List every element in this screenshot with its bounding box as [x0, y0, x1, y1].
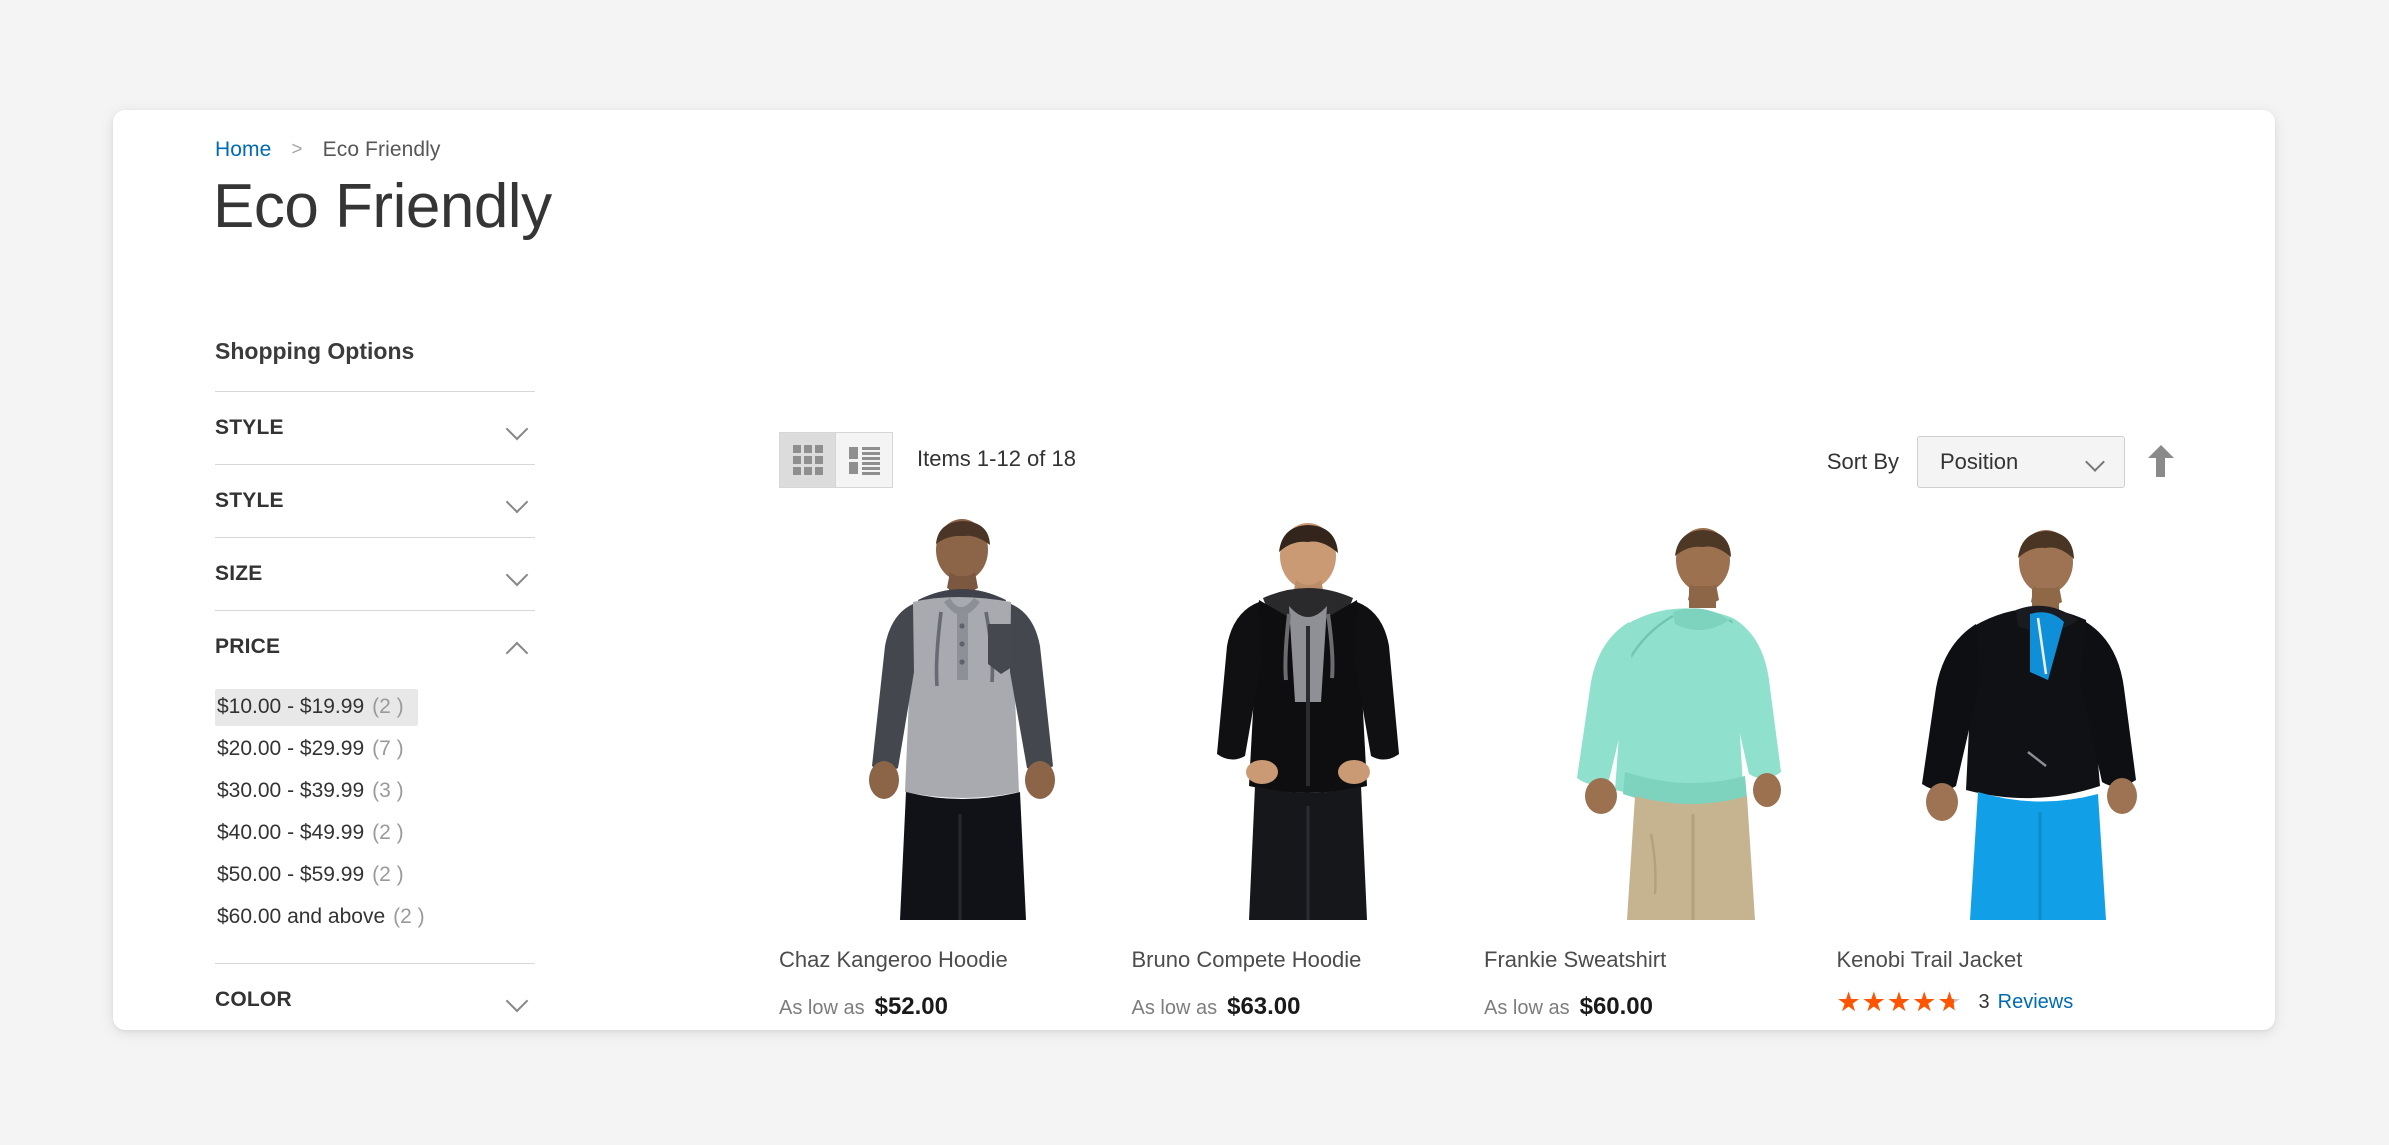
filter-toggle-price[interactable]: PRICE [215, 611, 535, 683]
product-name-link[interactable]: Kenobi Trail Jacket [1837, 946, 2190, 975]
arrow-up-icon[interactable] [2147, 445, 2175, 479]
reviews-count: 3 [1978, 990, 1990, 1013]
sort-by-select[interactable]: Position [1917, 436, 2125, 488]
price-value: $60.00 [1579, 992, 1653, 1020]
price-option-count: (3 ) [372, 779, 404, 802]
chevron-down-icon [505, 561, 531, 587]
product-item: Kenobi Trail Jacket ★★★★★ ★★★★★ 3 Review… [1837, 514, 2190, 1030]
price-option[interactable]: $10.00 - $19.99 (2 ) [215, 689, 418, 726]
page-viewport: Home > Eco Friendly Eco Friendly Shoppin… [0, 0, 2389, 1145]
product-price: As low as $63.00 [1132, 993, 1485, 1021]
filter-toggle-style-2[interactable]: STYLE [215, 465, 535, 537]
view-mode-switcher [779, 432, 893, 488]
shopping-options-sidebar: Shopping Options STYLE STYLE SIZE PRICE … [215, 338, 535, 1030]
list-glyph [848, 446, 880, 474]
price-option-count: (7 ) [372, 737, 404, 760]
filter-block-color: COLOR [215, 963, 535, 1030]
filter-block-price: PRICE $10.00 - $19.99 (2 ) $20.00 - $29.9… [215, 610, 535, 963]
chevron-down-icon [505, 987, 531, 1013]
price-option[interactable]: $50.00 - $59.99 (2 ) [215, 857, 418, 894]
price-value: $52.00 [874, 992, 948, 1020]
price-filter-options: $10.00 - $19.99 (2 ) $20.00 - $29.99 (7 ) … [215, 683, 535, 963]
product-photo-bruno-compete-hoodie[interactable] [1162, 514, 1453, 920]
price-option[interactable]: $60.00 and above (2 ) [215, 899, 439, 936]
filter-label: SIZE [215, 562, 263, 585]
chevron-down-icon [2086, 453, 2104, 471]
sidebar-title: Shopping Options [215, 338, 415, 364]
price-option[interactable]: $40.00 - $49.99 (2 ) [215, 815, 418, 852]
filter-label: PRICE [215, 635, 281, 658]
product-item: Bruno Compete Hoodie As low as $63.00 [1132, 514, 1485, 1030]
price-option-label: $30.00 - $39.99 [217, 779, 365, 802]
chevron-down-icon [505, 415, 531, 441]
price-option-label: $10.00 - $19.99 [217, 695, 365, 718]
sorter: Sort By Position [1827, 436, 2175, 488]
grid-view-icon[interactable] [779, 432, 836, 488]
product-item: Frankie Sweatshirt As low as $60.00 [1484, 514, 1837, 1030]
product-photo-chaz-kangeroo-hoodie[interactable] [810, 514, 1101, 920]
filter-toggle-size[interactable]: SIZE [215, 538, 535, 610]
price-option[interactable]: $20.00 - $29.99 (7 ) [215, 731, 418, 768]
chevron-up-icon [505, 634, 531, 660]
price-option-label: $20.00 - $29.99 [217, 737, 365, 760]
breadcrumb: Home > Eco Friendly [215, 138, 441, 162]
list-view-icon[interactable] [836, 432, 893, 488]
product-rating[interactable]: ★★★★★ ★★★★★ 3 Reviews [1837, 989, 2190, 1016]
product-price: As low as $52.00 [779, 993, 1132, 1021]
product-name-link[interactable]: Chaz Kangeroo Hoodie [779, 946, 1132, 975]
filter-block-style-1: STYLE [215, 391, 535, 464]
price-option-label: $40.00 - $49.99 [217, 821, 365, 844]
filter-label: STYLE [215, 416, 284, 439]
price-option[interactable]: $30.00 - $39.99 (3 ) [215, 773, 418, 810]
filter-block-style-2: STYLE [215, 464, 535, 537]
grid-glyph [792, 445, 823, 475]
product-price: As low as $60.00 [1484, 993, 1837, 1021]
product-grid: Chaz Kangeroo Hoodie As low as $52.00 Br… [779, 514, 2189, 1030]
filter-label: COLOR [215, 988, 292, 1011]
price-value: $63.00 [1227, 992, 1301, 1020]
page-title: Eco Friendly [213, 172, 552, 241]
breadcrumb-home-link[interactable]: Home [215, 138, 271, 162]
filter-block-size: SIZE [215, 537, 535, 610]
price-option-label: $60.00 and above [217, 905, 386, 928]
filter-toggle-color[interactable]: COLOR [215, 964, 535, 1030]
filter-toggle-style-1[interactable]: STYLE [215, 392, 535, 464]
product-photo-kenobi-trail-jacket[interactable] [1867, 514, 2158, 920]
filter-label: STYLE [215, 489, 284, 512]
product-item: Chaz Kangeroo Hoodie As low as $52.00 [779, 514, 1132, 1030]
breadcrumb-separator-icon: > [291, 139, 303, 160]
product-photo-frankie-sweatshirt[interactable] [1515, 514, 1806, 920]
price-option-count: (2 ) [372, 863, 404, 886]
product-name-link[interactable]: Bruno Compete Hoodie [1132, 946, 1485, 975]
reviews-link[interactable]: Reviews [1998, 991, 2074, 1014]
star-rating-icon: ★★★★★ ★★★★★ [1837, 989, 1963, 1016]
chevron-down-icon [505, 488, 531, 514]
stars-filled: ★★★★★ [1836, 988, 1954, 1016]
breadcrumb-current: Eco Friendly [322, 138, 441, 161]
sort-by-value: Position [1940, 449, 2019, 474]
product-name-link[interactable]: Frankie Sweatshirt [1484, 946, 1837, 975]
price-option-count: (2 ) [393, 905, 425, 928]
price-option-count: (2 ) [372, 695, 404, 718]
price-label: As low as [779, 996, 865, 1019]
price-option-count: (2 ) [372, 821, 404, 844]
toolbar-amount: Items 1-12 of 18 [917, 446, 1076, 471]
sort-by-label: Sort By [1826, 449, 1899, 474]
price-label: As low as [1484, 996, 1570, 1019]
price-label: As low as [1131, 996, 1218, 1019]
price-option-label: $50.00 - $59.99 [217, 863, 365, 886]
catalog-card: Home > Eco Friendly Eco Friendly Shoppin… [113, 110, 2275, 1030]
products-toolbar: Items 1-12 of 18 Sort By Position [779, 428, 2175, 490]
